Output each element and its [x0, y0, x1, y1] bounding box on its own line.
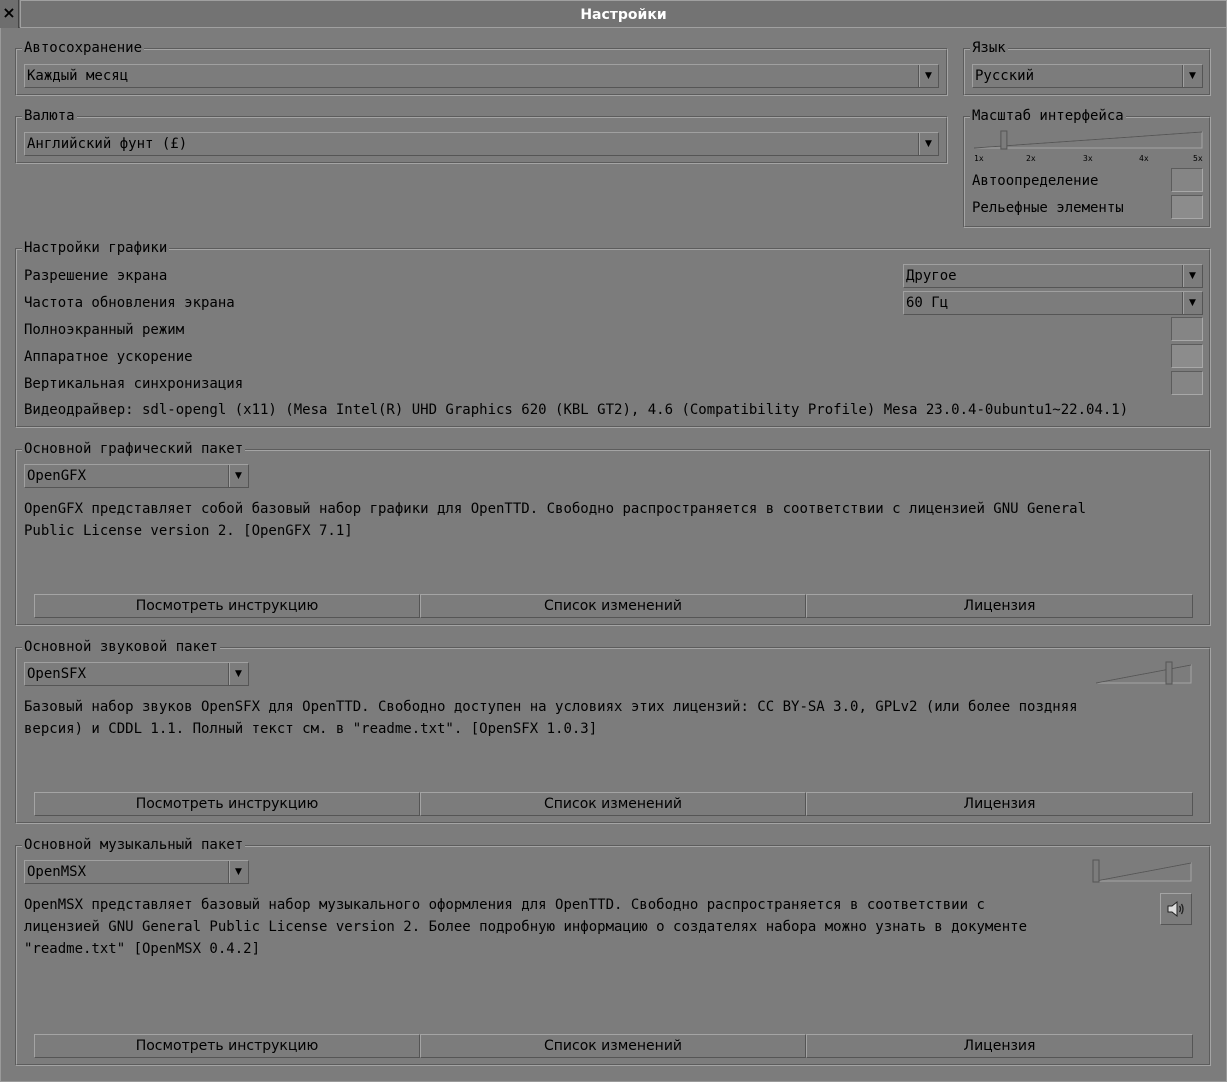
- vsync-checkbox[interactable]: [1171, 371, 1203, 395]
- base-music-value: OpenMSX: [27, 864, 87, 880]
- autosave-label: Автосохранение: [22, 40, 145, 56]
- music-volume-knob[interactable]: [1092, 859, 1100, 883]
- ui-scale-tick-4: 4x: [1139, 154, 1149, 163]
- refresh-rate-dropdown[interactable]: 60 Гц ▼: [903, 291, 1203, 315]
- window-title: Настройки: [20, 0, 1227, 28]
- autosave-value: Каждый месяц: [27, 68, 129, 84]
- currency-label: Валюта: [22, 108, 77, 124]
- base-sounds-label: Основной звуковой пакет: [22, 639, 220, 655]
- base-music-description: OpenMSX представляет базовый набор музык…: [24, 897, 1028, 957]
- language-dropdown[interactable]: Русский ▼: [972, 64, 1203, 88]
- hw-accel-label: Аппаратное ускорение: [24, 349, 193, 365]
- refresh-rate-value: 60 Гц: [906, 295, 949, 311]
- base-graphics-value: OpenGFX: [27, 468, 87, 484]
- base-graphics-dropdown[interactable]: OpenGFX ▼: [24, 464, 249, 488]
- chevron-down-icon: ▼: [1182, 265, 1202, 287]
- currency-dropdown[interactable]: Английский фунт (£) ▼: [24, 132, 939, 156]
- auto-detect-label: Автоопределение: [972, 173, 1099, 189]
- base-music-readme-button[interactable]: Посмотреть инструкцию: [34, 1034, 420, 1058]
- ui-scale-tick-3: 3x: [1083, 154, 1093, 163]
- base-music-dropdown[interactable]: OpenMSX ▼: [24, 860, 249, 884]
- bevels-label: Рельефные элементы: [972, 200, 1124, 216]
- base-graphics-label: Основной графический пакет: [22, 441, 246, 457]
- autosave-dropdown[interactable]: Каждый месяц ▼: [24, 64, 939, 88]
- ui-scale-tick-2: 2x: [1026, 154, 1036, 163]
- music-volume-slider[interactable]: [1092, 858, 1194, 884]
- ui-scale-tick-1: 1x: [974, 154, 984, 163]
- speaker-icon: [1167, 900, 1184, 918]
- base-sounds-description: Базовый набор звуков OpenSFX для OpenTTD…: [24, 699, 1078, 737]
- ui-scale-tick-5: 5x: [1193, 154, 1203, 163]
- base-sounds-dropdown[interactable]: OpenSFX ▼: [24, 662, 249, 686]
- chevron-down-icon: ▼: [1182, 292, 1202, 314]
- bevels-checkbox[interactable]: [1171, 195, 1203, 219]
- ui-scale-label: Масштаб интерфейса: [970, 108, 1126, 124]
- chevron-down-icon: ▼: [228, 465, 248, 487]
- ui-scale-slider[interactable]: [972, 130, 1204, 150]
- chevron-down-icon: ▼: [228, 861, 248, 883]
- chevron-down-icon: ▼: [918, 65, 938, 87]
- base-music-changelog-button[interactable]: Список изменений: [420, 1034, 806, 1058]
- auto-detect-checkbox[interactable]: [1171, 168, 1203, 192]
- language-value: Русский: [975, 68, 1035, 84]
- effects-volume-slider[interactable]: [1094, 660, 1194, 686]
- chevron-down-icon: ▼: [1182, 65, 1202, 87]
- video-driver-info: Видеодрайвер: sdl-opengl (x11) (Mesa Int…: [24, 402, 1129, 418]
- base-sounds-license-button[interactable]: Лицензия: [806, 792, 1193, 816]
- chevron-down-icon: ▼: [228, 663, 248, 685]
- base-graphics-license-button[interactable]: Лицензия: [806, 594, 1193, 618]
- effects-volume-knob[interactable]: [1165, 661, 1173, 685]
- refresh-rate-label: Частота обновления экрана: [24, 295, 235, 311]
- music-playback-button[interactable]: [1160, 893, 1192, 925]
- base-sounds-value: OpenSFX: [27, 666, 87, 682]
- currency-value: Английский фунт (£): [27, 136, 188, 152]
- resolution-dropdown[interactable]: Другое ▼: [903, 264, 1203, 288]
- base-sounds-changelog-button[interactable]: Список изменений: [420, 792, 806, 816]
- base-graphics-readme-button[interactable]: Посмотреть инструкцию: [34, 594, 420, 618]
- base-graphics-changelog-button[interactable]: Список изменений: [420, 594, 806, 618]
- vsync-label: Вертикальная синхронизация: [24, 376, 244, 392]
- resolution-value: Другое: [906, 268, 957, 284]
- base-sounds-readme-button[interactable]: Посмотреть инструкцию: [34, 792, 420, 816]
- graphics-label: Настройки графики: [22, 240, 170, 256]
- fullscreen-checkbox[interactable]: [1171, 317, 1203, 341]
- title-bar[interactable]: × Настройки: [0, 0, 1227, 28]
- hw-accel-checkbox[interactable]: [1171, 344, 1203, 368]
- fullscreen-label: Полноэкранный режим: [24, 322, 185, 338]
- chevron-down-icon: ▼: [918, 133, 938, 155]
- ui-scale-slider-knob[interactable]: [1000, 130, 1008, 150]
- base-music-label: Основной музыкальный пакет: [22, 837, 246, 853]
- base-graphics-description: OpenGFX представляет собой базовый набор…: [24, 501, 1087, 539]
- language-label: Язык: [970, 40, 1008, 56]
- base-music-license-button[interactable]: Лицензия: [806, 1034, 1193, 1058]
- close-icon: ×: [2, 3, 16, 22]
- close-button[interactable]: ×: [0, 0, 19, 28]
- resolution-label: Разрешение экрана: [24, 268, 168, 284]
